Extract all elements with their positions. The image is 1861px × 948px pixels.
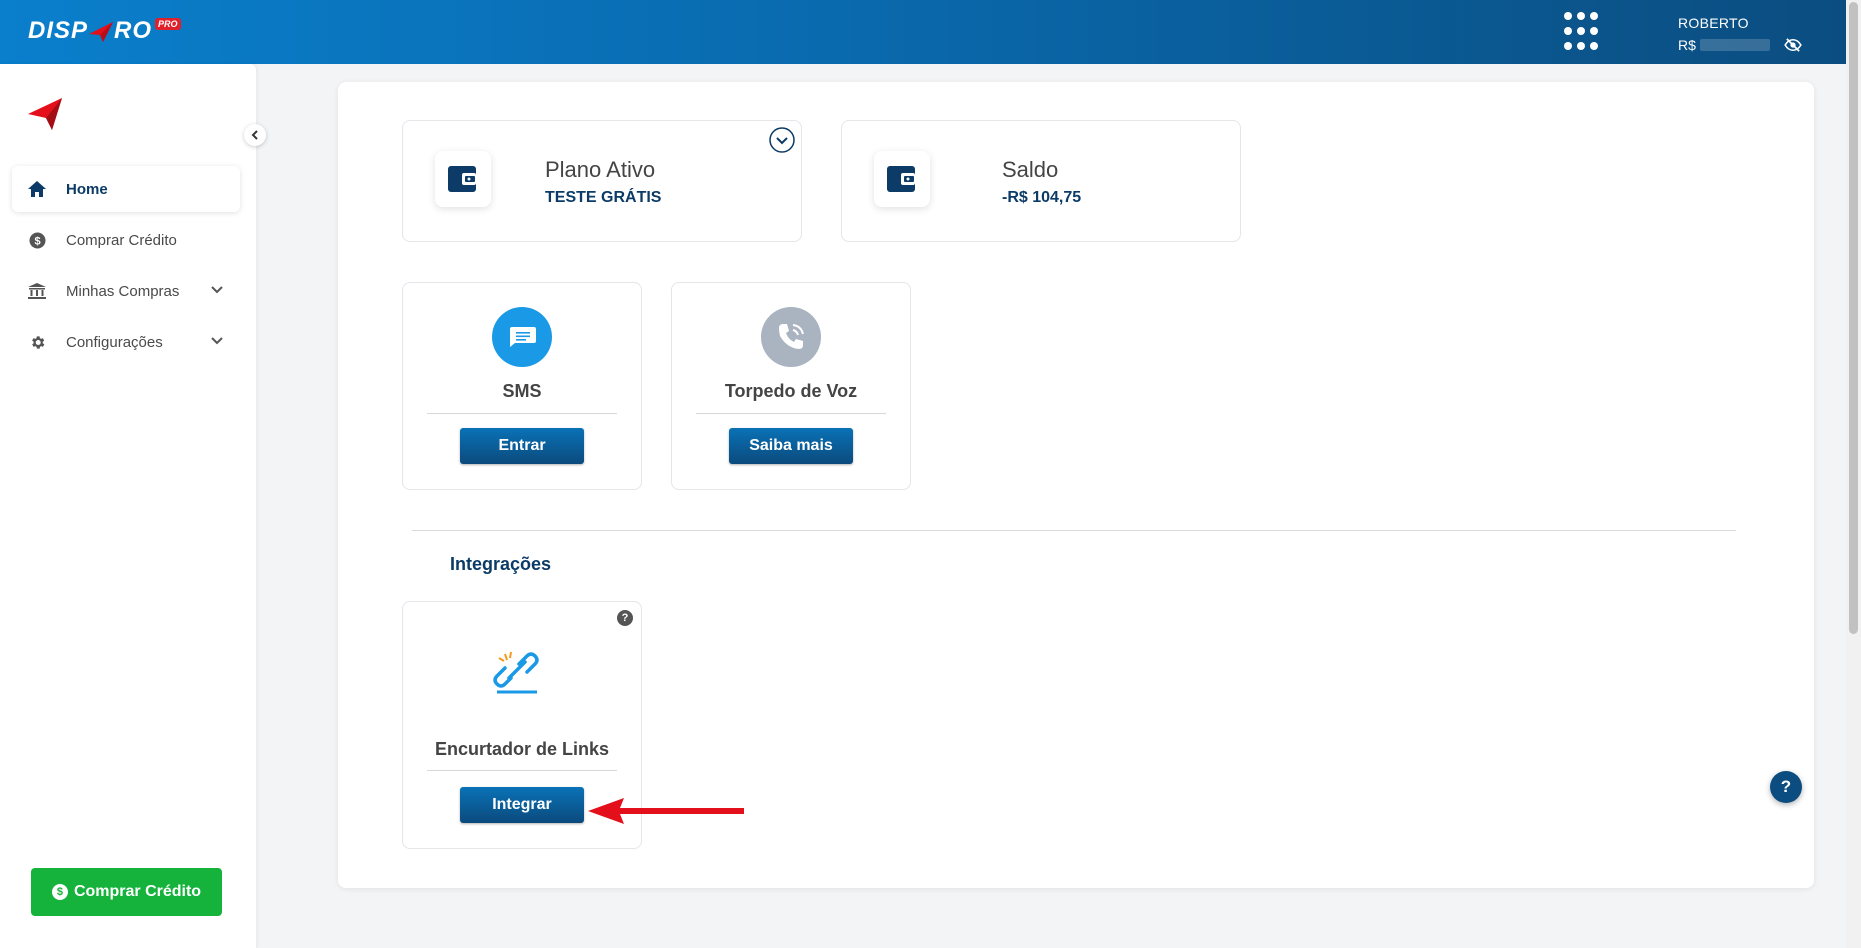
chevron-down-circle-icon[interactable]	[769, 127, 795, 153]
balance-hidden-mask	[1699, 39, 1770, 51]
red-annotation-arrow	[588, 798, 744, 824]
user-name: ROBERTO	[1678, 15, 1749, 31]
bank-icon	[28, 282, 46, 300]
user-block: ROBERTO R$	[1678, 12, 1802, 56]
help-icon[interactable]: ?	[617, 610, 633, 626]
sms-chat-icon	[492, 307, 552, 367]
card-divider	[696, 413, 886, 414]
sidebar-item-label: Comprar Crédito	[66, 231, 177, 249]
balance-value: -R$ 104,75	[1002, 189, 1082, 206]
logo-text-left: DISP	[28, 17, 89, 44]
sidebar-item-minhas-compras[interactable]: Minhas Compras	[12, 268, 240, 314]
sidebar-item-label: Configurações	[66, 333, 163, 351]
voice-title: Torpedo de Voz	[724, 381, 858, 401]
balance-card: Saldo -R$ 104,75	[841, 120, 1241, 242]
sidebar-item-label: Minhas Compras	[66, 282, 180, 300]
main-panel: Plano Ativo TESTE GRÁTIS Saldo -R$ 104,7…	[338, 82, 1814, 888]
scrollbar-thumb[interactable]	[1849, 2, 1858, 634]
sidebar-collapse-button[interactable]	[244, 124, 266, 146]
top-bar: DISP RO PRO ROBERTO R$	[0, 0, 1846, 64]
plan-value: TESTE GRÁTIS	[545, 189, 662, 206]
header-balance: R$	[1678, 34, 1802, 56]
integrar-button[interactable]: Integrar	[460, 787, 584, 823]
gear-icon	[28, 333, 46, 351]
balance-prefix: R$	[1678, 37, 1696, 53]
integrations-section-title: Integrações	[450, 554, 552, 574]
section-divider	[412, 530, 1736, 531]
comprar-credito-button[interactable]: $ Comprar Crédito	[31, 868, 222, 916]
plan-card: Plano Ativo TESTE GRÁTIS	[402, 120, 802, 242]
sms-entrar-button[interactable]: Entrar	[460, 428, 584, 464]
phone-call-icon	[761, 307, 821, 367]
dollar-coin-icon: $	[28, 231, 46, 249]
logo-text-right: RO	[114, 17, 153, 44]
link-shortener-icon	[493, 651, 539, 694]
sms-service-card: SMS Entrar	[402, 282, 642, 490]
card-divider	[427, 413, 617, 414]
comprar-credito-label: Comprar Crédito	[73, 883, 202, 900]
plan-title: Plano Ativo	[545, 157, 656, 182]
sidebar-item-home[interactable]: Home	[12, 166, 240, 212]
sidebar-item-label: Home	[66, 180, 108, 198]
sms-title: SMS	[502, 381, 542, 401]
balance-title: Saldo	[1002, 157, 1059, 182]
sidebar-item-configuracoes[interactable]: Configurações	[12, 319, 240, 365]
chevron-down-icon	[211, 337, 223, 345]
svg-text:$: $	[34, 235, 40, 247]
chevron-left-icon	[251, 130, 258, 140]
voice-service-card: Torpedo de Voz Saiba mais	[671, 282, 911, 490]
eye-slash-icon[interactable]	[1784, 38, 1802, 52]
link-shortener-title: Encurtador de Links	[434, 739, 610, 759]
sidebar-nav: Home $ Comprar Crédito Minhas Compras Co…	[12, 166, 240, 370]
paper-plane-icon	[89, 22, 114, 42]
apps-grid-icon[interactable]	[1564, 12, 1604, 52]
voice-saiba-mais-button[interactable]: Saiba mais	[729, 428, 853, 464]
wallet-icon	[435, 151, 491, 207]
help-fab-button[interactable]: ?	[1770, 771, 1802, 803]
logo-pro-badge: PRO	[155, 18, 181, 30]
paper-plane-logo-icon[interactable]	[28, 96, 64, 132]
page-scrollbar[interactable]	[1846, 0, 1861, 948]
sidebar-item-comprar-credito[interactable]: $ Comprar Crédito	[12, 217, 240, 263]
sidebar: Home $ Comprar Crédito Minhas Compras Co…	[0, 64, 266, 948]
card-divider	[427, 770, 617, 771]
wallet-icon	[874, 151, 930, 207]
home-icon	[28, 180, 46, 198]
dollar-coin-icon: $	[51, 884, 68, 900]
app-logo[interactable]: DISP RO PRO	[28, 14, 181, 48]
chevron-down-icon	[211, 286, 223, 294]
